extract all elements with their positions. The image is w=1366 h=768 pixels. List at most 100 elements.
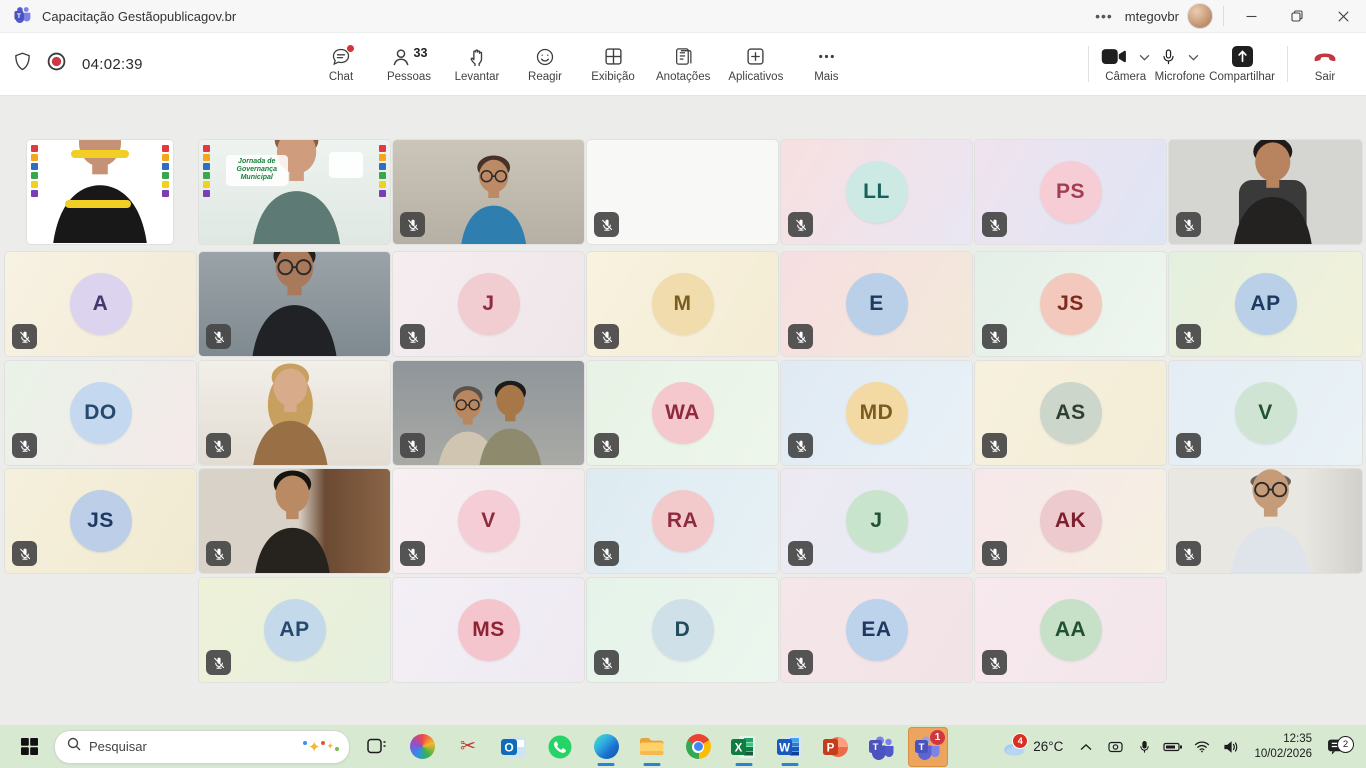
toolbar-chat-button[interactable]: Chat [314, 42, 368, 87]
toolbar-dots-button[interactable]: Mais [799, 42, 853, 87]
participant-tile-video[interactable]: Jornada de Governança Municipal [199, 140, 390, 244]
participant-tile-blank[interactable] [587, 140, 778, 244]
weather-alert-badge: 4 [1012, 733, 1028, 749]
taskbar-app-snip[interactable]: ✂ [448, 727, 488, 767]
svg-text:T: T [873, 741, 879, 752]
participant-tile-E[interactable]: E [781, 252, 972, 356]
toolbar-phone-button[interactable]: Sair [1298, 42, 1352, 87]
taskbar-app-outlook[interactable]: O [494, 727, 534, 767]
participant-tile-video[interactable] [393, 140, 584, 244]
dots-icon [817, 46, 836, 68]
participant-tile-V[interactable]: V [393, 469, 584, 573]
toolbar-divider [1287, 46, 1288, 82]
toolbar-mic-button[interactable]: Microfone [1153, 42, 1208, 87]
toolbar-label: Anotações [656, 71, 710, 83]
toolbar-share-button[interactable]: Compartilhar [1207, 42, 1277, 87]
brand-text: Jornada de Governança Municipal [226, 155, 288, 186]
chat-icon [331, 46, 351, 68]
titlebar: T Capacitação Gestãopublicagov.br ••• mt… [0, 0, 1366, 33]
participant-tile-AK[interactable]: AK [975, 469, 1166, 573]
temperature: 26°C [1033, 739, 1063, 754]
participant-tile-MD[interactable]: MD [781, 361, 972, 465]
participant-tile-video[interactable] [199, 469, 390, 573]
toolbar-label: Sair [1315, 71, 1335, 83]
toolbar-plus-button[interactable]: Aplicativos [726, 42, 785, 87]
taskbar-app-teams-classic[interactable]: T1 [908, 727, 948, 767]
taskbar-app-copilot[interactable] [402, 727, 442, 767]
participant-tile-DO[interactable]: DO [5, 361, 196, 465]
account-avatar[interactable] [1187, 3, 1213, 29]
participant-tile-video[interactable] [199, 361, 390, 465]
taskbar-app-teams[interactable]: T [862, 727, 902, 767]
taskbar-app-powerpoint[interactable]: P [816, 727, 856, 767]
taskbar-app-whatsapp[interactable] [540, 727, 580, 767]
tray-wifi-icon[interactable] [1192, 733, 1212, 761]
mic-muted-icon [206, 433, 231, 458]
teams-meeting-window: T Capacitação Gestãopublicagov.br ••• mt… [0, 0, 1366, 768]
participant-tile-video[interactable] [199, 252, 390, 356]
participant-tile-video[interactable] [27, 140, 173, 244]
minimize-button[interactable] [1228, 0, 1274, 32]
toolbar-hand-button[interactable]: Levantar [450, 42, 504, 87]
participant-initials: MS [472, 618, 505, 642]
participant-tile-LL[interactable]: LL [781, 140, 972, 244]
taskbar-app-chrome[interactable] [678, 727, 718, 767]
maximize-button[interactable] [1274, 0, 1320, 32]
close-button[interactable] [1320, 0, 1366, 32]
participant-tile-D[interactable]: D [587, 578, 778, 682]
toolbar-camera-button[interactable]: Câmera [1099, 42, 1153, 87]
participant-tile-A[interactable]: A [5, 252, 196, 356]
toolbar-smiley-button[interactable]: Reagir [518, 42, 572, 87]
participant-avatar: EA [846, 599, 908, 661]
toolbar-note-button[interactable]: Anotações [654, 42, 712, 87]
participant-avatar: A [70, 273, 132, 335]
participant-tile-AP[interactable]: AP [199, 578, 390, 682]
participant-tile-JS[interactable]: JS [975, 252, 1166, 356]
participant-tile-J[interactable]: J [393, 252, 584, 356]
participant-tile-video[interactable] [1169, 140, 1362, 244]
notification-center-button[interactable]: 2 [1325, 738, 1352, 755]
tray-microphone-icon[interactable] [1134, 733, 1154, 761]
toolbar-label: Pessoas [387, 71, 431, 83]
account-name[interactable]: mtegovbr [1125, 9, 1179, 24]
participant-tile-J[interactable]: J [781, 469, 972, 573]
tray-battery-icon[interactable] [1163, 733, 1183, 761]
participant-tile-JS[interactable]: JS [5, 469, 196, 573]
svg-text:W: W [779, 742, 790, 754]
tray-chevron-up-icon[interactable] [1076, 733, 1096, 761]
taskbar-app-excel[interactable]: X [724, 727, 764, 767]
share-icon [1232, 46, 1253, 68]
participant-avatar: WA [652, 382, 714, 444]
taskbar-app-explorer[interactable] [632, 727, 672, 767]
start-button[interactable] [10, 728, 48, 766]
taskbar-app-edge[interactable] [586, 727, 626, 767]
toolbar-grid-button[interactable]: Exibição [586, 42, 640, 87]
weather-widget[interactable]: 4 26°C [998, 736, 1067, 758]
mic-muted-icon [982, 324, 1007, 349]
chevron-down-icon[interactable] [1188, 48, 1199, 66]
participant-tile-WA[interactable]: WA [587, 361, 778, 465]
brand-mosaic [31, 145, 38, 197]
participant-tile-AP[interactable]: AP [1169, 252, 1362, 356]
participant-tile-PS[interactable]: PS [975, 140, 1166, 244]
participant-avatar: E [846, 273, 908, 335]
participant-tile-RA[interactable]: RA [587, 469, 778, 573]
tray-volume-icon[interactable] [1221, 733, 1241, 761]
toolbar-people-button[interactable]: 33Pessoas [382, 42, 436, 87]
titlebar-more-button[interactable]: ••• [1083, 8, 1125, 24]
participant-tile-EA[interactable]: EA [781, 578, 972, 682]
taskbar-app-word[interactable]: W [770, 727, 810, 767]
participant-tile-MS[interactable]: MS [393, 578, 584, 682]
participant-tile-video[interactable] [1169, 469, 1362, 573]
tray-camera-icon[interactable] [1105, 733, 1125, 761]
taskbar-clock[interactable]: 12:35 10/02/2026 [1250, 732, 1316, 762]
participant-tile-M[interactable]: M [587, 252, 778, 356]
chevron-down-icon[interactable] [1139, 48, 1150, 66]
participant-tile-V[interactable]: V [1169, 361, 1362, 465]
participant-avatar: J [846, 490, 908, 552]
participant-tile-AS[interactable]: AS [975, 361, 1166, 465]
participant-tile-AA[interactable]: AA [975, 578, 1166, 682]
participant-tile-video[interactable] [393, 361, 584, 465]
taskbar-app-taskview[interactable] [356, 727, 396, 767]
taskbar-search[interactable]: Pesquisar ✦✦ [54, 730, 350, 764]
